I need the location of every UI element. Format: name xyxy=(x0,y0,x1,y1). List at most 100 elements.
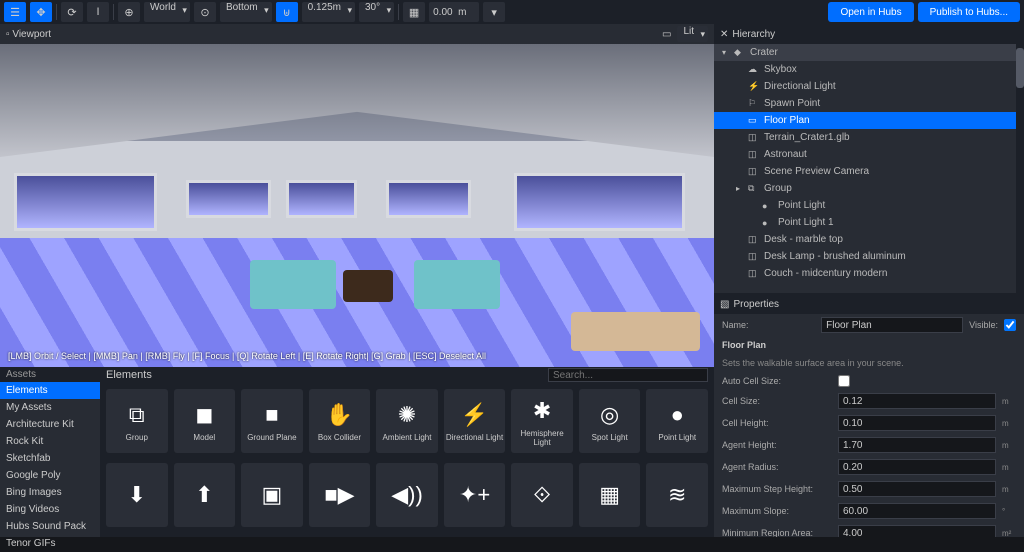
stats-icon[interactable]: ▭ xyxy=(662,29,671,40)
prop-label: Agent Radius: xyxy=(722,462,832,472)
prop-input[interactable] xyxy=(838,525,996,537)
element-label: Ambient Light xyxy=(383,433,432,442)
refresh-icon[interactable]: ⟳ xyxy=(61,2,83,22)
element-icon: ≋ xyxy=(668,480,686,510)
prop-input[interactable] xyxy=(838,459,996,475)
hierarchy-item-desk-marble-top[interactable]: ◫Desk - marble top xyxy=(714,231,1024,248)
asset-source-rock-kit[interactable]: Rock Kit xyxy=(0,433,100,450)
hierarchy-item-spawn-point[interactable]: ⚐Spawn Point xyxy=(714,95,1024,112)
hierarchy-item-astronaut[interactable]: ◫Astronaut xyxy=(714,146,1024,163)
space-select[interactable]: World xyxy=(144,2,190,22)
unit-label: m xyxy=(1002,419,1016,428)
hierarchy-item-scene-preview-camera[interactable]: ◫Scene Preview Camera xyxy=(714,163,1024,180)
prop-row-minimum-region-area: Minimum Region Area:m² xyxy=(714,522,1024,537)
section-description: Sets the walkable surface area in your s… xyxy=(714,354,1024,372)
element-model[interactable]: ◼Model xyxy=(174,389,236,453)
element-box-collider[interactable]: ✋Box Collider xyxy=(309,389,371,453)
viewport-3d[interactable]: [LMB] Orbit / Select | [MMB] Pan | [RMB]… xyxy=(0,44,714,367)
pivot-select[interactable]: Bottom xyxy=(220,2,272,22)
hierarchy-item-point-light[interactable]: ●Point Light xyxy=(714,197,1024,214)
asset-source-sketchfab[interactable]: Sketchfab xyxy=(0,450,100,467)
filter-icon[interactable]: ✕ xyxy=(720,29,728,40)
element-spot-light[interactable]: ◎Spot Light xyxy=(579,389,641,453)
properties-panel: Name: Visible: Floor Plan Sets the walka… xyxy=(714,314,1024,537)
publish-to-hubs-button[interactable]: Publish to Hubs... xyxy=(918,2,1020,22)
viewport-hint-text: [LMB] Orbit / Select | [MMB] Pan | [RMB]… xyxy=(8,351,486,361)
snap-step-select[interactable]: 0.125m xyxy=(302,2,355,22)
hierarchy-item-skybox[interactable]: ☁Skybox xyxy=(714,61,1024,78)
element-item-14[interactable]: ✦+ xyxy=(444,463,506,527)
element-label: Box Collider xyxy=(318,433,361,442)
element-icon: ⚡ xyxy=(461,400,488,430)
element-icon: ✺ xyxy=(398,400,416,430)
prop-checkbox[interactable] xyxy=(838,375,850,387)
element-label: Directional Light xyxy=(446,433,503,442)
scrollbar[interactable] xyxy=(1016,44,1024,293)
search-input[interactable] xyxy=(548,368,708,382)
element-item-9[interactable]: ⬇ xyxy=(106,463,168,527)
element-group[interactable]: ⧉Group xyxy=(106,389,168,453)
element-item-11[interactable]: ▣ xyxy=(241,463,303,527)
menu-icon[interactable]: ☰ xyxy=(4,2,26,22)
element-item-16[interactable]: ▦ xyxy=(579,463,641,527)
snap-angle-select[interactable]: 30° xyxy=(359,2,394,22)
asset-source-bing-videos[interactable]: Bing Videos xyxy=(0,501,100,518)
asset-source-bing-images[interactable]: Bing Images xyxy=(0,484,100,501)
asset-source-my-assets[interactable]: My Assets xyxy=(0,399,100,416)
open-in-hubs-button[interactable]: Open in Hubs xyxy=(828,2,913,22)
element-item-15[interactable]: ⟐ xyxy=(511,463,573,527)
asset-source-google-poly[interactable]: Google Poly xyxy=(0,467,100,484)
toggle-icon[interactable]: ▸ xyxy=(736,184,744,193)
element-item-10[interactable]: ⬆ xyxy=(174,463,236,527)
asset-source-architecture-kit[interactable]: Architecture Kit xyxy=(0,416,100,433)
snap-toggle-icon[interactable]: ⊎ xyxy=(276,2,298,22)
element-item-12[interactable]: ■▶ xyxy=(309,463,371,527)
toggle-icon[interactable]: ▾ xyxy=(722,48,730,57)
hierarchy-item-directional-light[interactable]: ⚡Directional Light xyxy=(714,78,1024,95)
element-hemisphere-light[interactable]: ✱Hemisphere Light xyxy=(511,389,573,453)
properties-label: Properties xyxy=(733,299,779,310)
prop-input[interactable] xyxy=(838,415,996,431)
grid-icon[interactable]: ▦ xyxy=(403,2,425,22)
hierarchy-item-terrain-crater1-glb[interactable]: ◫Terrain_Crater1.glb xyxy=(714,129,1024,146)
hierarchy-item-desk-lamp-brushed-aluminum[interactable]: ◫Desk Lamp - brushed aluminum xyxy=(714,248,1024,265)
prop-input[interactable] xyxy=(838,393,996,409)
hierarchy-tree: ▾◆Crater☁Skybox⚡Directional Light⚐Spawn … xyxy=(714,44,1024,294)
hierarchy-item-group[interactable]: ▸⧉Group xyxy=(714,180,1024,197)
move-tool-icon[interactable]: ✥ xyxy=(30,2,52,22)
element-ambient-light[interactable]: ✺ Ambient Light xyxy=(376,389,438,453)
hierarchy-item-point-light-1[interactable]: ●Point Light 1 xyxy=(714,214,1024,231)
element-item-13[interactable]: ◀)) xyxy=(376,463,438,527)
position-input[interactable] xyxy=(429,2,479,22)
chevron-down-icon[interactable]: ▾ xyxy=(483,2,505,22)
section-title: Floor Plan xyxy=(714,336,1024,354)
element-directional-light[interactable]: ⚡ Directional Light xyxy=(444,389,506,453)
hierarchy-item-floor-plan[interactable]: ▭Floor Plan xyxy=(714,112,1024,129)
element-label: Group xyxy=(126,433,148,442)
type-icon: ● xyxy=(762,218,774,228)
elements-grid: ⧉Group◼Model■Ground Plane✋Box Collider ✺ A… xyxy=(100,383,714,537)
separator xyxy=(398,4,399,20)
name-input[interactable] xyxy=(821,317,963,333)
hierarchy-item-couch-midcentury-modern[interactable]: ◫Couch - midcentury modern xyxy=(714,265,1024,282)
asset-source-elements[interactable]: Elements xyxy=(0,382,100,399)
shading-select[interactable]: Lit xyxy=(677,26,708,42)
unit-label: m xyxy=(1002,397,1016,406)
prop-input[interactable] xyxy=(838,437,996,453)
element-item-17[interactable]: ≋ xyxy=(646,463,708,527)
prop-row-maximum-slope: Maximum Slope:° xyxy=(714,500,1024,522)
element-ground-plane[interactable]: ■Ground Plane xyxy=(241,389,303,453)
element-icon: ■▶ xyxy=(324,480,354,510)
element-point-light[interactable]: ●Point Light xyxy=(646,389,708,453)
text-tool-icon[interactable]: I xyxy=(87,2,109,22)
asset-source-tenor-gifs[interactable]: Tenor GIFs xyxy=(0,535,100,552)
asset-source-hubs-sound-pack[interactable]: Hubs Sound Pack xyxy=(0,518,100,535)
item-label: Group xyxy=(764,183,792,194)
visible-checkbox[interactable] xyxy=(1004,319,1016,331)
prop-input[interactable] xyxy=(838,503,996,519)
unit-label: m xyxy=(1002,441,1016,450)
hierarchy-item-crater[interactable]: ▾◆Crater xyxy=(714,44,1024,61)
prop-input[interactable] xyxy=(838,481,996,497)
type-icon: ◫ xyxy=(748,166,760,177)
item-label: Terrain_Crater1.glb xyxy=(764,132,850,143)
